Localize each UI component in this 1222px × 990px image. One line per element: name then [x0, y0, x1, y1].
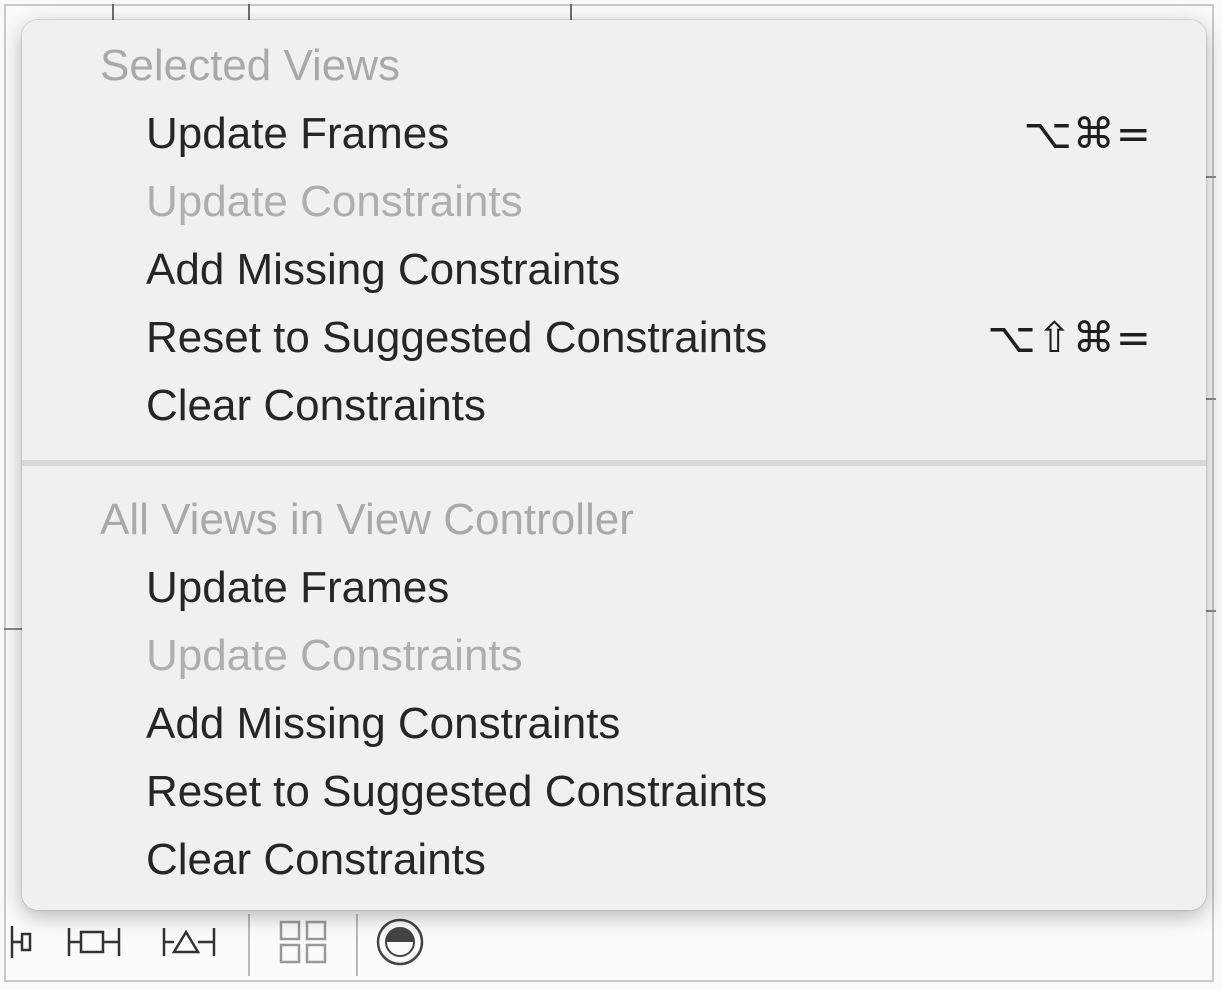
menu-item-label: Update Frames: [146, 109, 450, 158]
embed-in-stack-icon[interactable]: [272, 904, 334, 980]
menu-item-label: Add Missing Constraints: [146, 245, 621, 294]
keyboard-shortcut: ⌥⇧⌘=: [987, 313, 1152, 362]
menu-item-clear-constraints[interactable]: Clear Constraints: [22, 372, 1206, 440]
menu-item-reset-to-suggested-constraints[interactable]: Reset to Suggested Constraints ⌥⇧⌘=: [22, 304, 1206, 372]
menu-item-label: Update Constraints: [146, 177, 523, 226]
menu-separator: [22, 460, 1206, 466]
resolve-issues-icon[interactable]: [154, 904, 226, 980]
menu-item-update-frames-all[interactable]: Update Frames: [22, 554, 1206, 622]
menu-item-update-constraints-all: Update Constraints: [22, 622, 1206, 690]
menu-item-label: Update Frames: [146, 563, 450, 612]
menu-item-label: Clear Constraints: [146, 835, 486, 884]
menu-item-label: Clear Constraints: [146, 381, 486, 430]
toolbar-separator: [356, 914, 358, 976]
toolbar-separator: [248, 914, 250, 976]
keyboard-shortcut: ⌥⌘=: [1023, 109, 1152, 158]
auto-layout-toolbar: [6, 904, 1212, 980]
menu-item-reset-to-suggested-constraints-all[interactable]: Reset to Suggested Constraints: [22, 758, 1206, 826]
menu-item-label: Reset to Suggested Constraints: [146, 313, 768, 362]
section-header-selected-views: Selected Views: [100, 41, 401, 90]
section-header-all-views: All Views in View Controller: [100, 495, 634, 544]
pin-icon[interactable]: [60, 904, 130, 980]
menu-item-add-missing-constraints[interactable]: Add Missing Constraints: [22, 236, 1206, 304]
menu-item-label: Update Constraints: [146, 631, 523, 680]
align-icon[interactable]: [6, 904, 36, 980]
resolve-auto-layout-issues-menu: Selected Views Update Frames ⌥⌘= Update …: [22, 20, 1206, 910]
menu-item-update-frames[interactable]: Update Frames ⌥⌘=: [22, 100, 1206, 168]
menu-item-add-missing-constraints-all[interactable]: Add Missing Constraints: [22, 690, 1206, 758]
menu-item-update-constraints: Update Constraints: [22, 168, 1206, 236]
menu-item-clear-constraints-all[interactable]: Clear Constraints: [22, 826, 1206, 894]
canvas-guide-line: [4, 628, 22, 630]
resizing-behavior-icon[interactable]: [370, 904, 430, 980]
menu-item-label: Add Missing Constraints: [146, 699, 621, 748]
menu-item-label: Reset to Suggested Constraints: [146, 767, 768, 816]
